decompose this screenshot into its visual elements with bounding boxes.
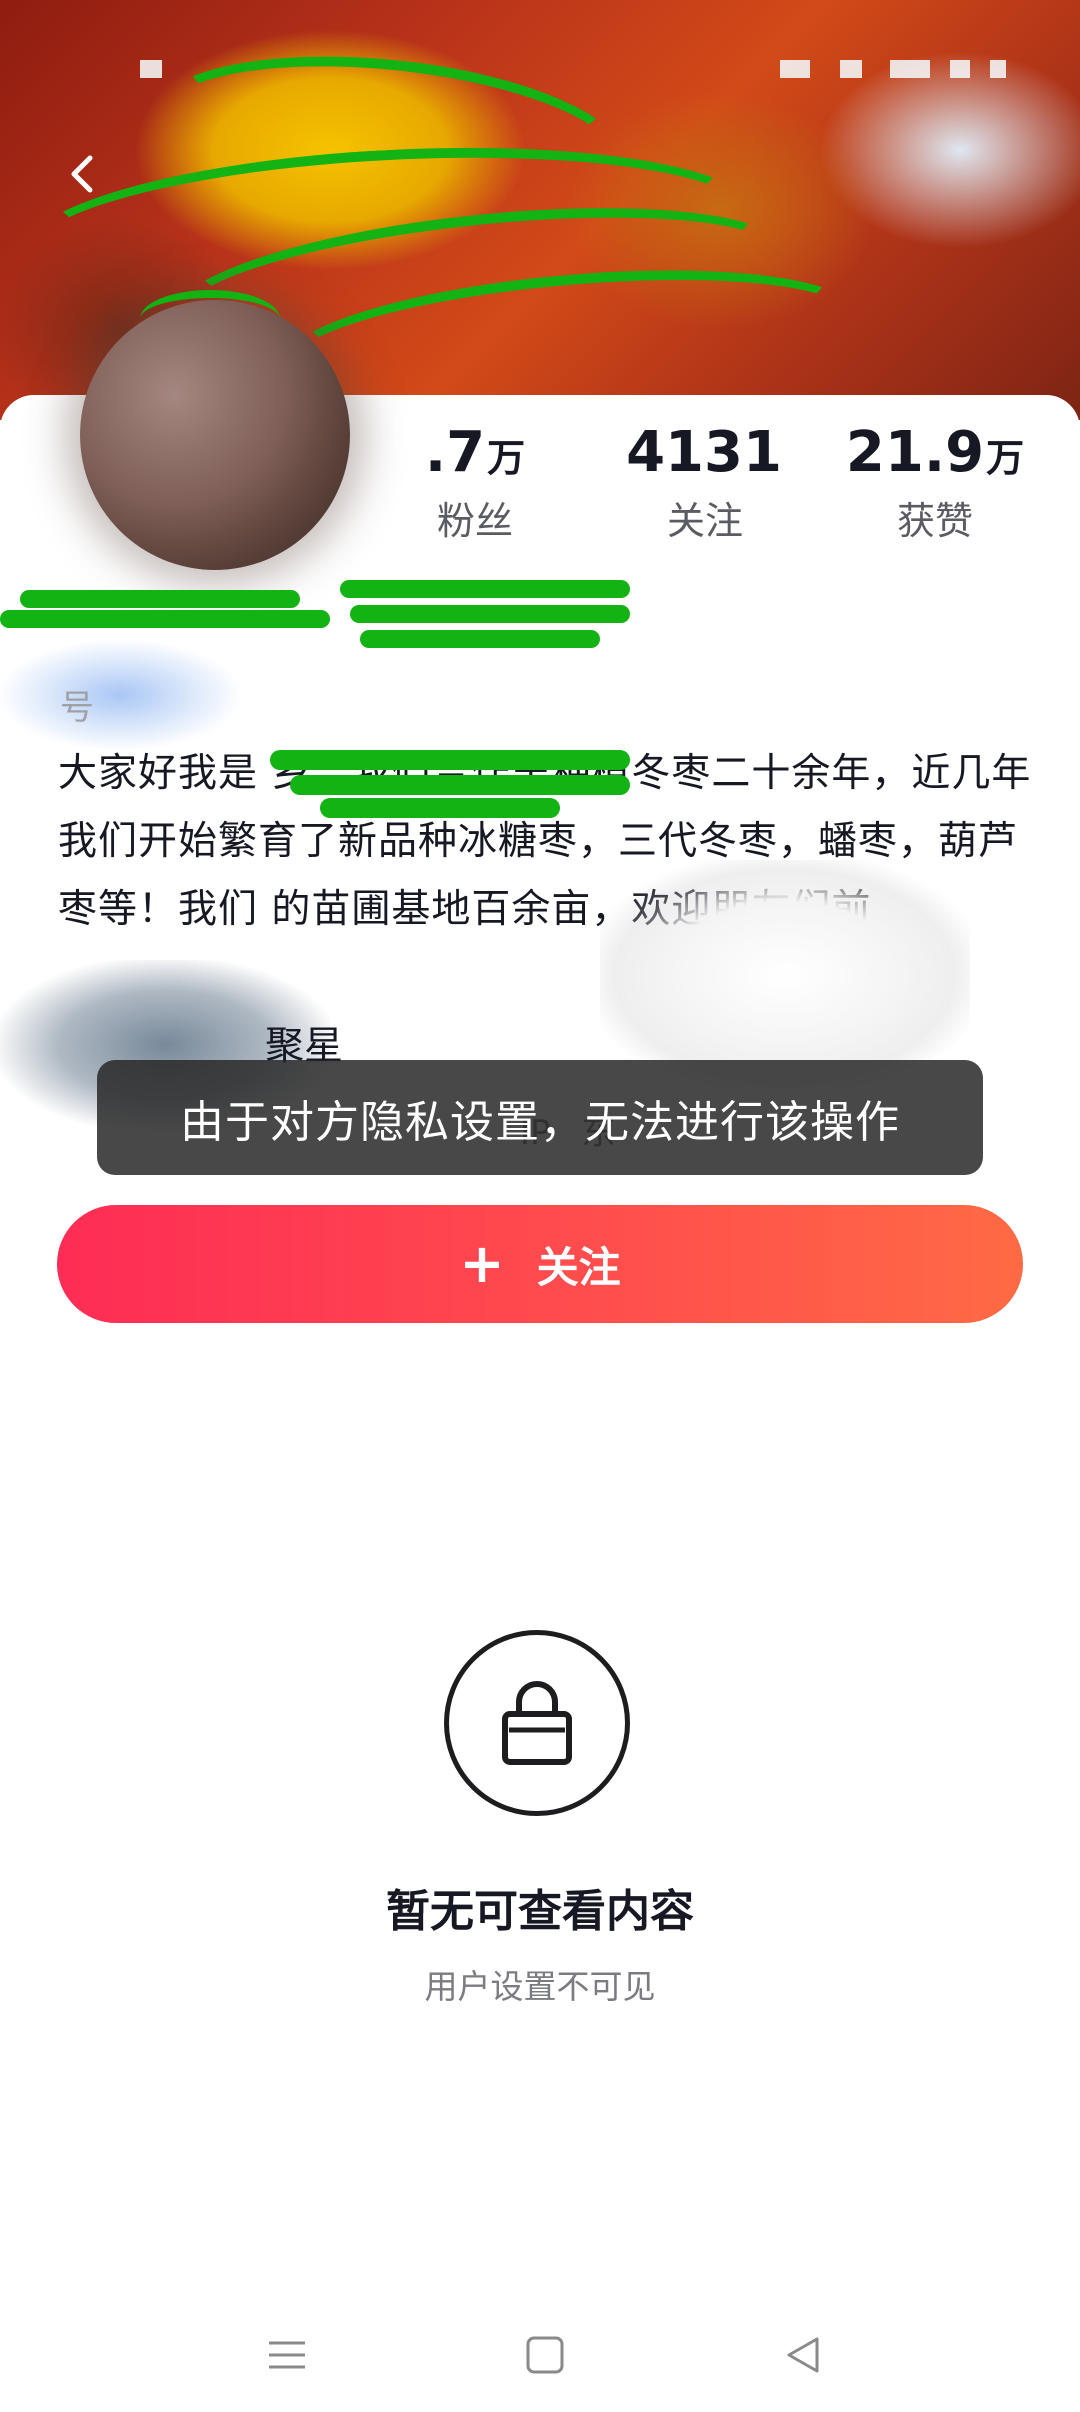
home-square-icon[interactable]	[510, 2320, 580, 2390]
profile-stats: .7万 粉丝 4131 关注 21.9万 获赞	[360, 420, 1050, 550]
stat-likes-label: 获赞	[896, 499, 973, 543]
censor-blur	[600, 860, 970, 1090]
back-triangle-icon[interactable]	[768, 2320, 838, 2390]
empty-state-title: 暂无可查看内容	[386, 1886, 694, 1937]
menu-icon[interactable]	[252, 2320, 322, 2390]
account-id: 号	[60, 688, 94, 728]
status-bar	[0, 60, 1080, 80]
lock-icon	[444, 1630, 630, 1816]
stat-following-value: 4131	[626, 420, 782, 485]
toast-message: 由于对方隐私设置，无法进行该操作	[97, 1060, 983, 1175]
follow-button[interactable]: + 关注	[57, 1205, 1023, 1323]
stat-likes-value: 21.9万	[845, 420, 1025, 485]
system-navigation-bar	[0, 2300, 1080, 2412]
toast-text: 由于对方隐私设置，无法进行该操作	[180, 1096, 900, 1148]
follow-button-label: 关注	[536, 1242, 621, 1292]
stat-fans-value: .7万	[424, 420, 526, 485]
bio-censored	[270, 730, 650, 820]
empty-state-subtitle: 用户设置不可见	[424, 1967, 656, 2006]
back-arrow-icon[interactable]	[60, 150, 108, 198]
plus-icon: +	[459, 1232, 505, 1295]
stat-following-label: 关注	[666, 499, 743, 543]
stat-following[interactable]: 4131 关注	[590, 420, 820, 543]
stat-fans[interactable]: .7万 粉丝	[360, 420, 590, 543]
avatar[interactable]	[80, 290, 350, 570]
censor-blur	[0, 640, 240, 750]
stat-fans-label: 粉丝	[436, 499, 513, 543]
stat-likes[interactable]: 21.9万 获赞	[820, 420, 1050, 543]
